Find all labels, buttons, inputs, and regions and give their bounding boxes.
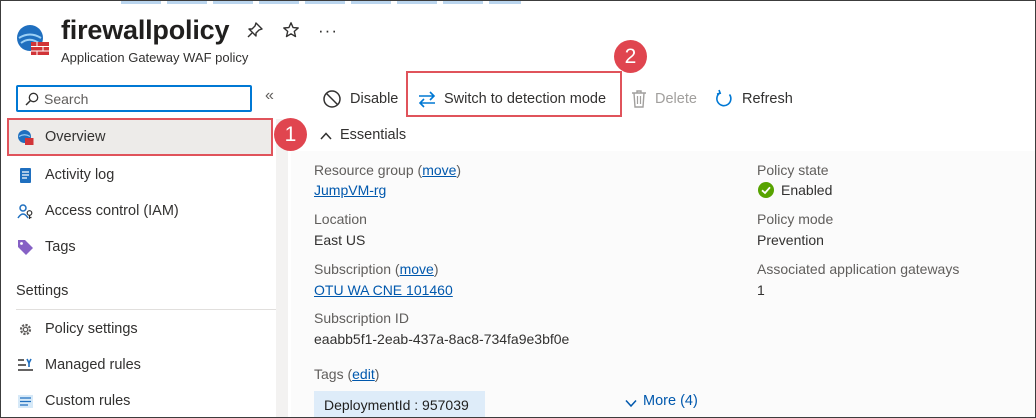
refresh-icon bbox=[716, 89, 732, 107]
associated-gateways-label: Associated application gateways bbox=[757, 261, 960, 277]
sidebar-item-label: Managed rules bbox=[45, 357, 141, 373]
resource-group-label: Resource group (move) bbox=[314, 162, 461, 178]
gear-icon bbox=[19, 323, 32, 336]
refresh-button[interactable]: Refresh bbox=[714, 87, 794, 111]
sidebar-item-policy-settings[interactable]: Policy settings bbox=[7, 310, 273, 348]
subscription-move-close: ) bbox=[433, 261, 439, 277]
sidebar-section-settings: Settings bbox=[16, 283, 69, 299]
sidebar-scrollbar[interactable] bbox=[276, 119, 288, 417]
managed-rules-icon bbox=[18, 358, 33, 371]
location-label: Location bbox=[314, 211, 367, 227]
chevron-down-icon bbox=[625, 399, 637, 408]
sidebar-item-custom-rules[interactable]: Custom rules bbox=[7, 382, 273, 417]
more-options-icon[interactable]: ··· bbox=[318, 21, 338, 41]
pin-icon[interactable] bbox=[246, 21, 264, 44]
success-check-icon bbox=[758, 182, 774, 198]
resource-group-move-link[interactable]: move bbox=[422, 162, 456, 178]
custom-rules-icon bbox=[18, 395, 33, 408]
chevron-up-icon bbox=[320, 132, 332, 140]
subscription-id-value: eaabb5f1-2eab-437a-8ac8-734fa9e3bf0e bbox=[314, 331, 570, 347]
sidebar-item-label: Access control (IAM) bbox=[45, 203, 179, 219]
policy-mode-label: Policy mode bbox=[757, 211, 834, 227]
resource-group-move-close: ) bbox=[456, 162, 462, 178]
azure-portal-window: firewallpolicy Application Gateway WAF p… bbox=[0, 0, 1036, 418]
sidebar-item-label: Custom rules bbox=[45, 393, 131, 409]
resource-title: firewallpolicy bbox=[61, 15, 230, 45]
callout-badge-1: 1 bbox=[274, 118, 307, 151]
switch-mode-label: Switch to detection mode bbox=[444, 91, 607, 107]
refresh-label: Refresh bbox=[742, 91, 793, 107]
policy-state-value: Enabled bbox=[781, 182, 833, 198]
sidebar-item-access-control[interactable]: Access control (IAM) bbox=[7, 192, 273, 230]
sidebar-item-tags[interactable]: Tags bbox=[7, 228, 273, 266]
associated-gateways-value: 1 bbox=[757, 282, 765, 298]
tags-label: Tags (edit) bbox=[314, 366, 379, 382]
sidebar-item-label: Tags bbox=[45, 239, 76, 255]
subscription-label: Subscription (move) bbox=[314, 261, 439, 277]
sidebar-search-box[interactable] bbox=[16, 85, 252, 112]
resource-group-value-link[interactable]: JumpVM-rg bbox=[314, 182, 386, 198]
essentials-title: Essentials bbox=[340, 127, 407, 143]
delete-label: Delete bbox=[655, 91, 697, 107]
sidebar-item-overview[interactable]: Overview bbox=[7, 118, 273, 156]
switch-to-detection-mode-button[interactable]: Switch to detection mode bbox=[417, 87, 617, 111]
more-tags-label: More (4) bbox=[643, 393, 698, 409]
policy-mode-value: Prevention bbox=[757, 232, 824, 248]
tags-edit-close: ) bbox=[374, 366, 380, 382]
delete-button[interactable]: Delete bbox=[629, 87, 699, 111]
subscription-move-link[interactable]: move bbox=[400, 261, 434, 277]
collapse-sidebar-icon[interactable]: « bbox=[265, 87, 274, 105]
subscription-value-link[interactable]: OTU WA CNE 101460 bbox=[314, 282, 453, 298]
tag-chip-text: DeploymentId : 957039 bbox=[324, 397, 469, 413]
sidebar-item-label: Activity log bbox=[45, 167, 115, 183]
resource-group-move-open: ( bbox=[413, 162, 423, 178]
sidebar-item-managed-rules[interactable]: Managed rules bbox=[7, 346, 273, 384]
tags-edit-link[interactable]: edit bbox=[352, 366, 375, 382]
activity-log-icon bbox=[20, 168, 31, 183]
switch-arrows-icon bbox=[418, 91, 436, 108]
subscription-move-open: ( bbox=[391, 261, 400, 277]
overview-icon bbox=[18, 130, 34, 145]
tags-edit-open: ( bbox=[343, 366, 353, 382]
tag-chip: DeploymentId : 957039 bbox=[314, 391, 485, 417]
resource-subtitle: Application Gateway WAF policy bbox=[61, 50, 249, 65]
top-breadcrumb-strip bbox=[121, 1, 521, 4]
waf-policy-icon bbox=[17, 25, 49, 55]
tag-icon bbox=[18, 240, 33, 255]
callout-badge-2: 2 bbox=[614, 40, 647, 73]
disable-button[interactable]: Disable bbox=[322, 87, 402, 111]
favorite-star-icon[interactable] bbox=[282, 21, 300, 44]
sidebar-item-label: Policy settings bbox=[45, 321, 138, 337]
trash-icon bbox=[632, 90, 646, 108]
disable-label: Disable bbox=[350, 91, 399, 107]
resource-group-label-text: Resource group bbox=[314, 162, 414, 178]
subscription-label-text: Subscription bbox=[314, 261, 392, 277]
iam-icon bbox=[17, 204, 33, 219]
sidebar-search-input[interactable] bbox=[44, 89, 244, 109]
tags-label-text: Tags bbox=[314, 366, 344, 382]
location-value: East US bbox=[314, 232, 366, 248]
search-icon bbox=[25, 92, 39, 106]
subscription-id-label: Subscription ID bbox=[314, 310, 409, 326]
disable-icon bbox=[323, 90, 341, 108]
policy-state-label: Policy state bbox=[757, 162, 829, 178]
sidebar-item-label: Overview bbox=[45, 129, 106, 145]
sidebar-item-activity-log[interactable]: Activity log bbox=[7, 156, 273, 194]
